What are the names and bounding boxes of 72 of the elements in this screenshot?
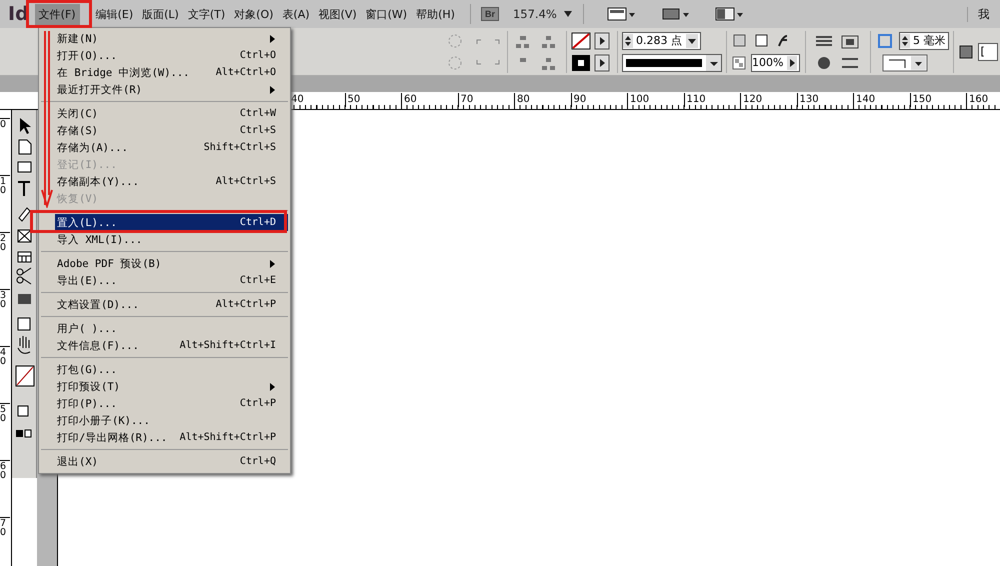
menu-item[interactable]: 窗口(W) — [362, 4, 412, 24]
ruler-label: 160 — [966, 93, 988, 107]
ruler-label: 120 — [740, 93, 762, 107]
menu-item[interactable]: 文档设置(D)... Alt+Ctrl+P — [55, 296, 288, 313]
menu-item[interactable]: 退出(X) Ctrl+Q — [55, 453, 288, 470]
corner-size-field[interactable]: 5 毫米 — [899, 32, 948, 50]
menu-item[interactable]: 文件信息(F)... Alt+Shift+Ctrl+I — [55, 337, 288, 354]
submenu-arrow-icon — [270, 260, 276, 268]
ruler-label: 80 — [514, 93, 530, 107]
corner-options-icon[interactable] — [875, 32, 895, 50]
ruler-label: 40 — [0, 346, 10, 366]
spinner-icon[interactable] — [623, 34, 633, 48]
menu-item[interactable]: 帮助(H) — [412, 4, 459, 24]
menu-item[interactable]: 打印小册子(K)... — [55, 412, 288, 429]
ruler-label: 50 — [0, 403, 10, 423]
menu-item[interactable]: 最近打开文件(R) — [55, 81, 288, 98]
menu-item[interactable]: 打印预设(T) — [55, 378, 288, 395]
submenu-arrow-icon — [270, 34, 276, 42]
menu-item[interactable]: 对象(O) — [230, 4, 278, 24]
stroke-weight-field[interactable]: 0.283 点 — [622, 32, 701, 50]
menu-item[interactable]: 在 Bridge 中浏览(W)... Alt+Ctrl+O — [55, 64, 288, 81]
ruler-label: 70 — [458, 93, 474, 107]
ruler-label: 10 — [0, 175, 10, 195]
submenu-arrow-icon — [270, 382, 276, 390]
bridge-button[interactable]: Br — [480, 7, 499, 21]
menu-item[interactable]: 存储(S) Ctrl+S — [55, 122, 288, 139]
stroke-type-dropdown[interactable] — [622, 54, 722, 72]
view-options-icon[interactable] — [606, 5, 636, 23]
highlight-frame — [26, 0, 92, 28]
menu-item[interactable]: 表(A) — [278, 4, 314, 24]
ruler-label: 110 — [684, 93, 706, 107]
spinner-icon[interactable] — [900, 34, 910, 48]
ruler-label: 0 — [0, 118, 10, 129]
menu-item[interactable]: 打印(P)... Ctrl+P — [55, 395, 288, 412]
ruler-label: 70 — [0, 517, 10, 537]
ruler-label: 20 — [0, 232, 10, 252]
menu-item[interactable]: 置入(L)... Ctrl+D — [55, 214, 288, 231]
ruler-label: 150 — [910, 93, 932, 107]
menu-item[interactable]: 导出(E)... Ctrl+E — [55, 272, 288, 289]
ruler-label: 60 — [0, 460, 10, 480]
menu-item[interactable]: 导入 XML(I)... — [55, 231, 288, 248]
ruler-label: 90 — [570, 93, 586, 107]
menu-item[interactable]: 打包(G)... — [55, 361, 288, 378]
menu-item[interactable]: 存储为(A)... Shift+Ctrl+S — [55, 139, 288, 156]
menu-item[interactable]: 文字(T) — [184, 4, 230, 24]
ruler-label: 50 — [344, 93, 360, 107]
ruler-label: 100 — [627, 93, 650, 107]
object-style-field[interactable]: [ — [978, 42, 998, 60]
dropdown-arrow-icon — [562, 10, 573, 18]
opacity-icon — [731, 54, 747, 70]
ruler-label: 130 — [796, 93, 819, 107]
menu-item[interactable]: 打印/导出网格(R)... Alt+Shift+Ctrl+P — [55, 429, 288, 446]
menu-item[interactable]: 打开(O)... Ctrl+O — [55, 47, 288, 64]
menu-item[interactable]: Adobe PDF 预设(B) — [55, 255, 288, 272]
menu-item[interactable]: 存储副本(Y)... Alt+Ctrl+S — [55, 173, 288, 190]
frame-fitting-icon[interactable] — [958, 44, 974, 60]
opacity-field[interactable]: 100% — [751, 54, 800, 72]
menu-item[interactable]: 版面(L) — [138, 4, 183, 24]
menu-item[interactable]: 编辑(E) — [92, 4, 138, 24]
menu-item[interactable]: 用户( )... — [55, 320, 288, 337]
zoom-dropdown[interactable]: 157.4% — [512, 7, 573, 21]
ruler-label: 60 — [401, 93, 417, 107]
menu-item[interactable]: 视图(V) — [314, 4, 361, 24]
menu-item[interactable]: 文件(F) — [34, 4, 80, 24]
ruler-label: 30 — [0, 289, 10, 309]
menu-item[interactable]: 关闭(C) Ctrl+W — [55, 105, 288, 122]
menu-item[interactable]: 新建(N) — [55, 30, 288, 47]
ruler-label: 140 — [853, 93, 876, 107]
flyout-arrow-icon[interactable] — [787, 56, 798, 70]
arrange-documents-icon[interactable] — [714, 5, 744, 23]
workspace-label[interactable]: 我 — [967, 6, 1000, 22]
submenu-arrow-icon — [270, 86, 276, 94]
